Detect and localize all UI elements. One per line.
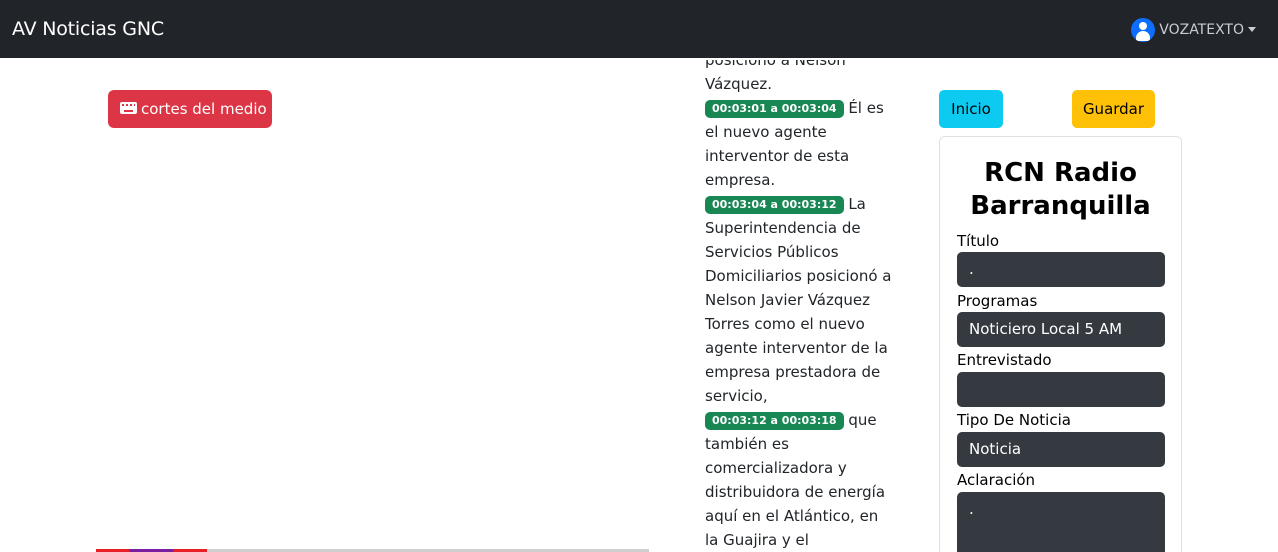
titulo-field[interactable]: . <box>957 252 1165 287</box>
programas-select[interactable]: Noticiero Local 5 AM <box>957 312 1165 347</box>
tipo-noticia-select[interactable]: Noticia <box>957 432 1165 467</box>
entrevistado-field[interactable] <box>957 372 1165 407</box>
cortes-del-medio-button[interactable]: cortes del medio <box>108 90 272 128</box>
titulo-label: Título <box>957 232 1000 250</box>
inicio-button[interactable]: Inicio <box>939 90 1003 128</box>
programas-label: Programas <box>957 292 1038 310</box>
entrevistado-label: Entrevistado <box>957 351 1052 369</box>
keyboard-icon <box>120 101 137 114</box>
tipo-noticia-label: Tipo De Noticia <box>957 411 1071 429</box>
timestamp-badge[interactable]: 00:03:01 a 00:03:04 <box>705 100 844 118</box>
user-name: VOZATEXTO <box>1159 22 1244 38</box>
user-avatar-icon <box>1131 18 1156 42</box>
timestamp-badge[interactable]: 00:03:12 a 00:03:18 <box>705 412 844 430</box>
top-navbar: AV Noticias GNC VOZATEXTO <box>0 0 1278 58</box>
timestamp-badge[interactable]: 00:03:04 a 00:03:12 <box>705 196 844 214</box>
cortes-button-label: cortes del medio <box>141 100 267 118</box>
transcript-clipped-text: posicionó a Nelson <box>705 60 846 69</box>
aclaracion-label: Aclaración <box>957 471 1036 489</box>
app-brand[interactable]: AV Noticias GNC <box>12 18 164 40</box>
aclaracion-textarea[interactable]: . <box>957 492 1165 552</box>
user-menu-toggle[interactable]: VOZATEXTO <box>1131 18 1256 42</box>
news-form-card: RCN Radio Barranquilla Título . Programa… <box>939 136 1182 552</box>
station-title: RCN Radio Barranquilla <box>970 158 1151 221</box>
transcript-segment-text: que también es comercializadora y distri… <box>705 411 886 549</box>
caret-down-icon <box>1248 26 1256 32</box>
transcript-panel: posicionó a Nelson Vázquez. 00:03:01 a 0… <box>705 60 895 552</box>
transcript-segment-text: La Superintendencia de Servicios Público… <box>705 195 892 405</box>
guardar-button[interactable]: Guardar <box>1072 90 1155 128</box>
transcript-intro: Vázquez. <box>705 75 773 93</box>
transcript-clipped-line: posicionó a Nelson <box>705 60 895 72</box>
